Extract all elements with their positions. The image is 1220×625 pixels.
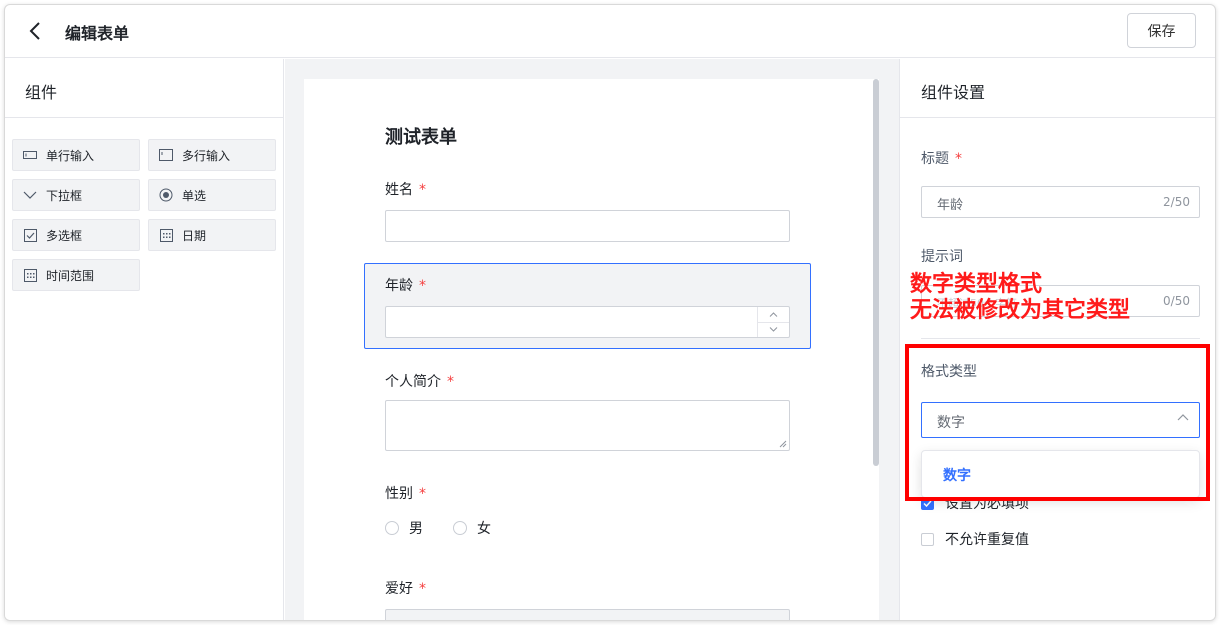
multi-line-input-icon [159,148,173,162]
back-button[interactable] [23,19,47,43]
top-header: 编辑表单 保存 [5,5,1215,58]
component-label: 下拉框 [46,188,83,203]
settings-title: 组件设置 [921,83,986,102]
radio-option-female[interactable]: 女 [453,518,491,538]
palette-title: 组件 [25,83,58,102]
component-dropdown[interactable]: 下拉框 [12,179,140,211]
component-label: 多行输入 [182,148,231,163]
component-checkbox[interactable]: 多选框 [12,219,140,251]
component-palette: 组件 单行输入 多行输入 下拉框 单选 多选框 日期 时间范围 [5,59,284,620]
radio-circle [453,521,467,535]
age-number-input[interactable] [385,306,790,338]
radio-icon [159,188,173,202]
number-stepper[interactable] [757,307,789,337]
stepper-down[interactable] [758,323,789,338]
divider [921,338,1200,339]
component-radio[interactable]: 单选 [148,179,276,211]
unique-checkbox[interactable]: 不允许重复值 [921,529,1029,549]
radio-option-male[interactable]: 男 [385,518,423,538]
calendar-icon [159,228,173,242]
bio-textarea[interactable] [385,400,790,451]
hobby-input[interactable] [385,609,790,620]
field-label-gender: 性别 * [385,486,426,502]
field-label-age: 年龄 * [385,278,426,294]
resize-handle-icon[interactable] [779,440,787,448]
component-label: 多选框 [46,228,83,243]
canvas-scrollbar[interactable] [873,79,879,466]
single-line-input-icon [23,148,37,162]
unique-checkbox-label: 不允许重复值 [945,532,1029,548]
dropdown-icon [23,188,37,202]
chevron-down-icon [769,327,778,332]
calendar-icon [23,268,37,282]
checkbox-icon [23,228,37,242]
save-button[interactable]: 保存 [1127,13,1196,48]
form-preview: 测试表单 姓名 * 年龄 * 个人简介 * 性别 * 男 女 爱好 * [304,79,879,620]
component-label: 单选 [182,188,207,203]
component-label: 单行输入 [46,148,95,163]
component-time-range[interactable]: 时间范围 [12,259,140,291]
form-title: 测试表单 [385,127,457,148]
title-value: 年龄 [937,198,964,213]
annotation-highlight-box [905,344,1210,501]
char-counter: 0/50 [1163,294,1190,308]
chevron-left-icon [29,22,40,40]
divider [5,117,283,118]
form-canvas: 测试表单 姓名 * 年龄 * 个人简介 * 性别 * 男 女 爱好 * [285,59,899,620]
component-label: 日期 [182,228,207,243]
component-single-line-input[interactable]: 单行输入 [12,139,140,171]
stepper-up[interactable] [758,307,789,323]
chevron-up-icon [769,312,778,317]
name-input[interactable] [385,210,790,242]
divider [900,117,1215,118]
hint-setting-label: 提示词 [921,249,963,265]
page-title: 编辑表单 [65,24,130,43]
component-label: 时间范围 [46,268,95,283]
field-label-hobby: 爱好 * [385,581,426,597]
settings-panel: 组件设置 标题 * 年龄 2/50 提示词 不超过50个字符 0/50 格式类型 … [899,59,1215,620]
selected-field-age[interactable]: 年龄 * [364,263,811,349]
radio-circle [385,521,399,535]
char-counter: 2/50 [1163,195,1190,209]
checkbox-unchecked [921,532,934,546]
title-setting-label: 标题 * [921,151,962,167]
component-multi-line-input[interactable]: 多行输入 [148,139,276,171]
field-label-bio: 个人简介 * [385,374,454,390]
title-setting-input[interactable]: 年龄 2/50 [921,186,1200,218]
field-label-name: 姓名 * [385,182,426,198]
component-date[interactable]: 日期 [148,219,276,251]
annotation-text: 数字类型格式 无法被修改为其它类型 [910,272,1131,323]
